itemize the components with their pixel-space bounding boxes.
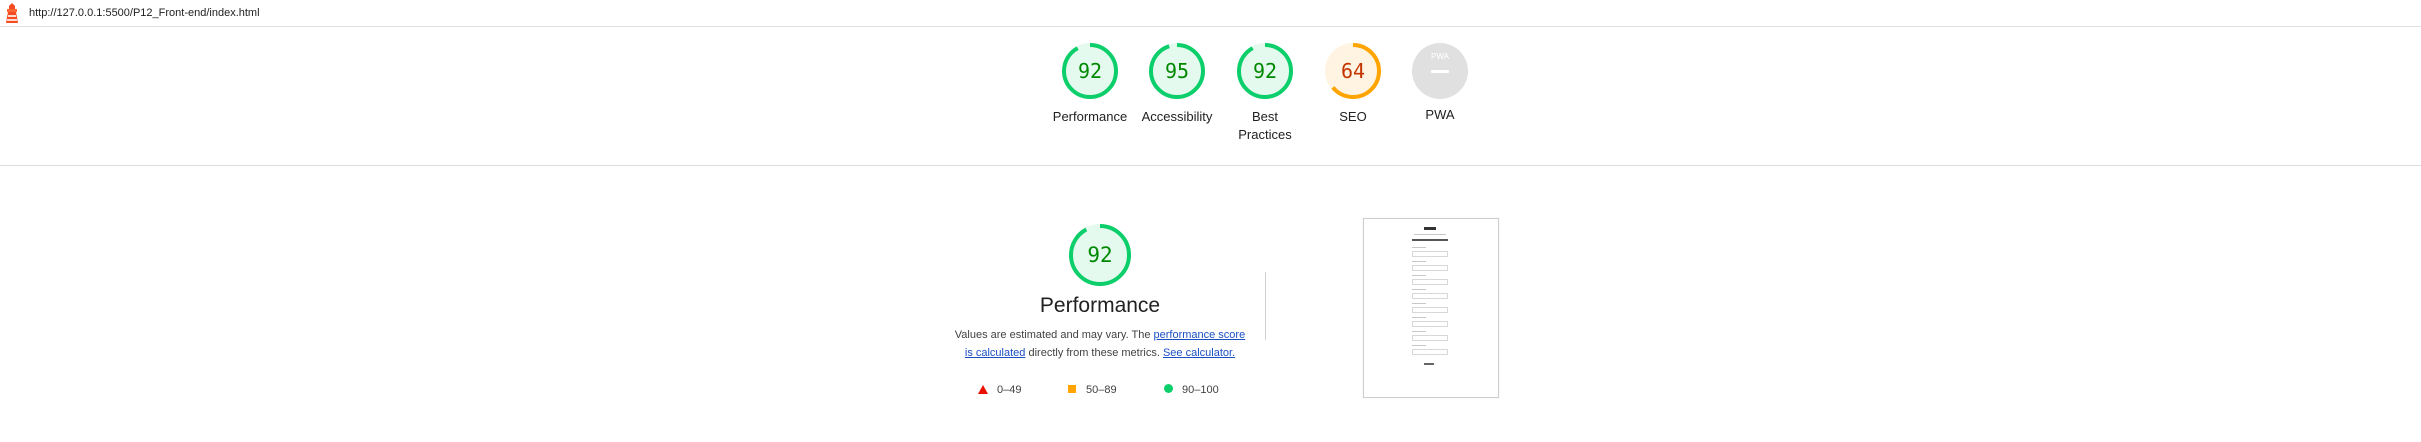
gauge-seo-score: 64 [1340,59,1366,83]
see-calculator-link[interactable]: See calculator. [1163,347,1235,359]
desc-text-prefix: Values are estimated and may vary. The [954,329,1154,341]
page-url-link[interactable]: http://127.0.0.1:5500/P12_Front-end/inde… [29,7,260,19]
legend-pass-label: 90–100 [1182,384,1219,396]
fail-triangle-icon [978,385,988,394]
gauge-pwa[interactable]: PWA PWA [1398,41,1482,124]
performance-title: Performance [1039,294,1161,317]
gauge-accessibility-label: Accessibility [1141,109,1213,124]
performance-description: Values are estimated and may vary. The p… [950,326,1250,362]
average-square-icon [1068,385,1076,393]
score-scale-legend: 0–49 50–89 90–100 [978,384,1238,398]
gauge-best-practices-score: 92 [1252,59,1278,83]
lighthouse-logo-icon [3,2,21,24]
gauge-pwa-label: PWA [1425,107,1455,122]
performance-score: 92 [1087,243,1113,267]
report-topbar: http://127.0.0.1:5500/P12_Front-end/inde… [0,0,2421,27]
pwa-badge-icon: PWA [1412,43,1468,99]
final-screenshot-thumbnail[interactable] [1363,218,1499,398]
gauge-seo-label: SEO [1339,109,1367,124]
legend-fail: 0–49 [978,384,1021,396]
gauge-performance-score: 92 [1077,59,1103,83]
gauge-best-practices-label: Best Practices [1238,109,1292,142]
gauge-best-practices[interactable]: 92 Best Practices [1223,41,1307,144]
pwa-badge-text: PWA [1431,52,1449,61]
scores-summary: 92 Performance 95 Accessibility 92 Best … [0,27,2421,166]
gauge-accessibility[interactable]: 95 Accessibility [1135,41,1219,126]
legend-average-label: 50–89 [1086,384,1117,396]
legend-pass: 90–100 [1164,384,1219,396]
gauge-seo[interactable]: 64 SEO [1311,41,1395,126]
performance-section: 92 Performance Values are estimated and … [940,222,1260,362]
section-divider [1265,272,1266,340]
gauge-accessibility-score: 95 [1164,59,1190,83]
gauge-performance-label: Performance [1052,109,1128,124]
legend-average: 50–89 [1068,384,1117,396]
pass-circle-icon [1164,384,1173,393]
legend-fail-label: 0–49 [997,384,1022,396]
desc-text-middle: directly from these metrics. [1025,347,1163,359]
gauge-performance[interactable]: 92 Performance [1048,41,1132,126]
